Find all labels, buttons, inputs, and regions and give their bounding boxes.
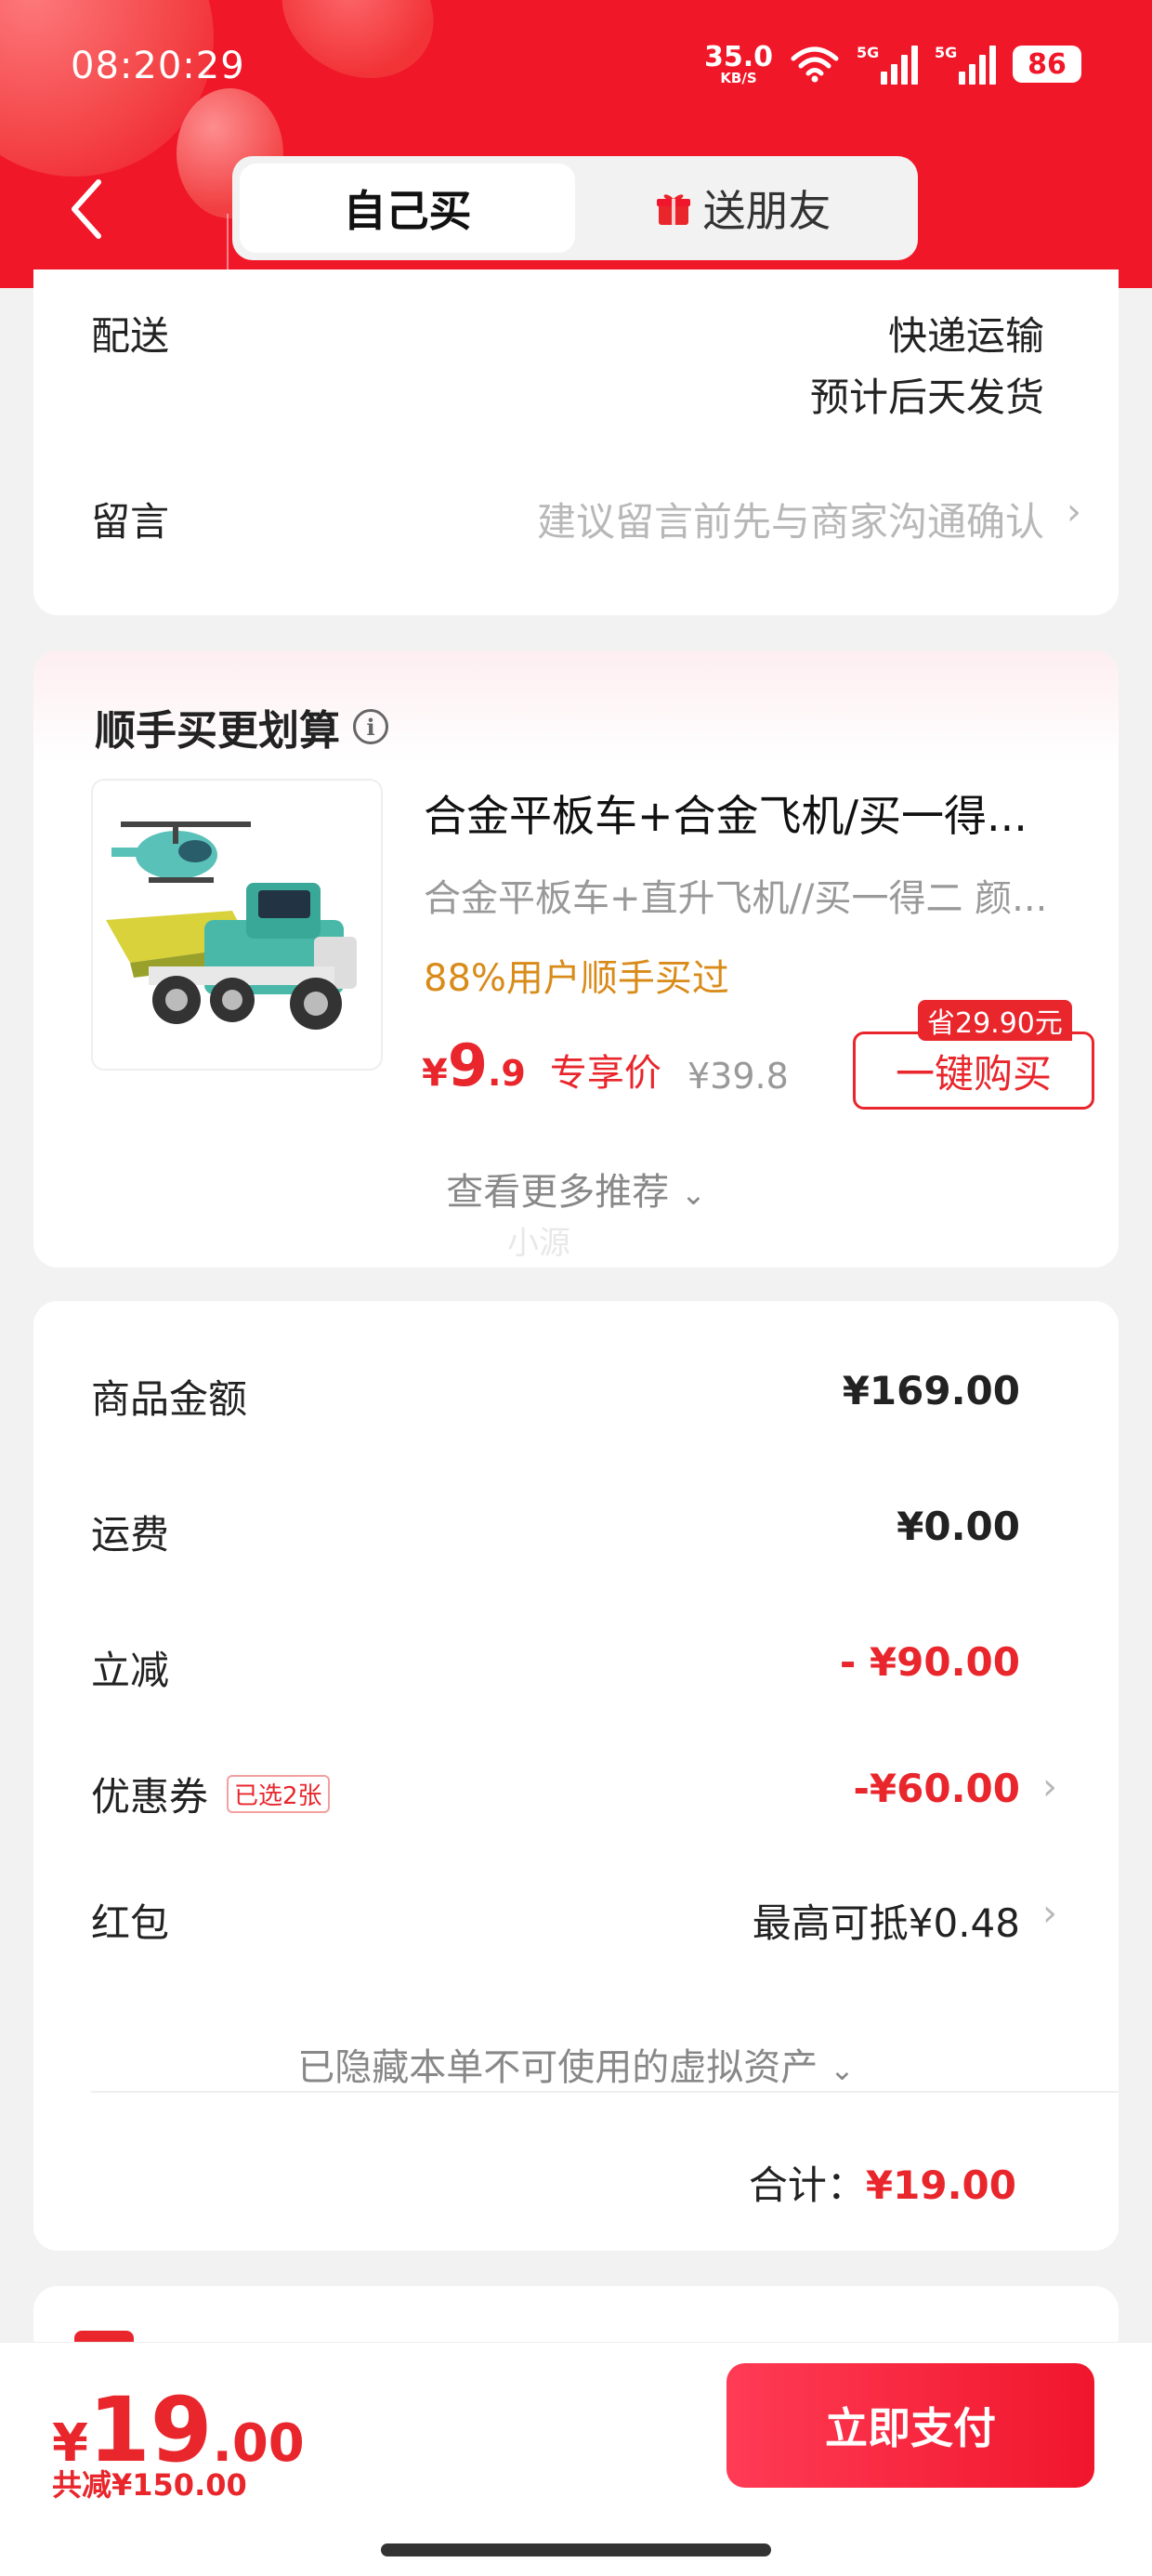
info-icon[interactable]: i bbox=[353, 709, 388, 744]
price-summary-card: 商品金额 ¥169.00 运费 ¥0.00 立减 - ¥90.00 优惠券 已选2… bbox=[33, 1301, 1119, 2251]
home-indicator[interactable] bbox=[381, 2543, 771, 2556]
one-click-buy-button[interactable]: 一键购买 bbox=[853, 1032, 1094, 1110]
subtotal-value: ¥169.00 bbox=[842, 1368, 1020, 1413]
chevron-down-icon: ⌄ bbox=[829, 2052, 855, 2087]
checkout-bar: ¥ 19 .00 共减¥150.00 立即支付 bbox=[0, 2342, 1152, 2576]
wifi-icon bbox=[791, 46, 839, 83]
social-proof: 88%用户顺手买过 bbox=[424, 957, 729, 1000]
delivery-label: 配送 bbox=[91, 313, 170, 359]
total-value: ¥19.00 bbox=[865, 2162, 1016, 2208]
divider bbox=[91, 2091, 1119, 2093]
shipping-value: ¥0.00 bbox=[897, 1504, 1020, 1549]
total-saved: 共减¥150.00 bbox=[52, 2467, 247, 2503]
tab-buy-for-self[interactable]: 自己买 bbox=[240, 164, 575, 253]
tab-label: 送朋友 bbox=[702, 186, 831, 236]
upsell-card: 顺手买更划算 i 合金平板车+合金飞机/买一得... 合金平板车+直升飞机//买… bbox=[33, 651, 1119, 1268]
delivery-method: 快递运输 bbox=[887, 313, 1044, 359]
net-speed-value: 35.0 bbox=[703, 40, 773, 73]
hidden-assets-toggle[interactable]: 已隐藏本单不可使用的虚拟资产 ⌄ bbox=[33, 2037, 1119, 2091]
coupon-row[interactable]: 优惠券 已选2张 -¥60.00 › bbox=[33, 1738, 1119, 1849]
signal-type: 5G bbox=[935, 44, 958, 61]
chevron-right-icon: › bbox=[1042, 1892, 1057, 1935]
chevron-down-icon: ⌄ bbox=[680, 1176, 706, 1212]
status-time: 08:20:29 bbox=[71, 45, 245, 87]
battery-icon: 86 bbox=[1013, 46, 1081, 83]
red-packet-row[interactable]: 红包 最高可抵¥0.48 › bbox=[33, 1864, 1119, 1976]
coupon-selected-tag: 已选2张 bbox=[227, 1775, 330, 1813]
purchase-mode-tabs: 自己买 送朋友 bbox=[232, 156, 918, 260]
message-placeholder: 建议留言前先与商家沟通确认 bbox=[536, 499, 1044, 545]
watermark: 小源 bbox=[507, 1225, 570, 1262]
original-price: ¥39.8 bbox=[687, 1056, 789, 1097]
price-currency: ¥ bbox=[422, 1052, 448, 1095]
total-label: 合计： bbox=[748, 2162, 866, 2208]
back-icon[interactable] bbox=[65, 177, 111, 242]
chevron-right-icon: › bbox=[1042, 1766, 1057, 1808]
hidden-assets-label: 已隐藏本单不可使用的虚拟资产 bbox=[297, 2046, 818, 2089]
delivery-eta: 预计后天发货 bbox=[809, 375, 1044, 420]
pay-now-button[interactable]: 立即支付 bbox=[727, 2363, 1094, 2488]
message-row[interactable]: 留言 建议留言前先与商家沟通确认 › bbox=[33, 474, 1119, 576]
header: 08:20:29 35.0 KB/S 5G 5G 86 自己买 送朋友 bbox=[0, 0, 1152, 288]
gift-icon bbox=[656, 194, 690, 225]
net-speed-unit: KB/S bbox=[720, 69, 757, 86]
signal-icon: 5G bbox=[935, 44, 996, 85]
order-options-card: 配送 快递运输 预计后天发货 留言 建议留言前先与商家沟通确认 › bbox=[33, 269, 1119, 615]
coupon-label: 优惠券 bbox=[91, 1774, 209, 1820]
upsell-price: ¥ 9 .9 专享价 bbox=[422, 1032, 661, 1099]
tab-label: 自己买 bbox=[343, 186, 472, 236]
balloon-decoration bbox=[256, 0, 459, 106]
chevron-right-icon: › bbox=[1067, 491, 1081, 533]
coupon-label-group: 优惠券 已选2张 bbox=[91, 1766, 330, 1822]
status-indicators: 35.0 KB/S 5G 5G 86 bbox=[704, 41, 1081, 87]
product-image[interactable] bbox=[91, 779, 383, 1071]
shipping-label: 运费 bbox=[91, 1512, 170, 1557]
subtotal-label: 商品金额 bbox=[91, 1376, 248, 1422]
product-spec: 合金平板车+直升飞机//买一得二 颜... bbox=[424, 877, 1048, 920]
balloon-string bbox=[227, 214, 229, 269]
signal-icon: 5G bbox=[857, 44, 918, 85]
coupon-value: -¥60.00 bbox=[853, 1766, 1020, 1811]
red-packet-label: 红包 bbox=[91, 1900, 170, 1946]
message-label: 留言 bbox=[91, 499, 170, 545]
upsell-title: 顺手买更划算 i bbox=[95, 697, 388, 756]
truck-helicopter-image bbox=[106, 821, 357, 1030]
red-packet-value: 最高可抵¥0.48 bbox=[752, 1900, 1020, 1946]
price-tag: 专享价 bbox=[549, 1052, 661, 1095]
more-recommendations-label: 查看更多推荐 bbox=[446, 1171, 670, 1214]
more-recommendations-button[interactable]: 查看更多推荐 ⌄ bbox=[33, 1162, 1119, 1216]
product-name[interactable]: 合金平板车+合金飞机/买一得... bbox=[424, 782, 1093, 844]
upsell-title-text: 顺手买更划算 bbox=[95, 707, 340, 755]
order-total: 合计：¥19.00 bbox=[749, 2154, 1016, 2211]
price-decimal: .9 bbox=[487, 1053, 526, 1094]
signal-type: 5G bbox=[857, 44, 880, 61]
tab-send-to-friend[interactable]: 送朋友 bbox=[575, 164, 910, 253]
discount-label: 立减 bbox=[91, 1648, 170, 1693]
price-integer: 9 bbox=[447, 1032, 488, 1099]
discount-value: - ¥90.00 bbox=[839, 1639, 1020, 1685]
net-speed: 35.0 KB/S bbox=[703, 40, 773, 86]
save-badge: 省29.90元 bbox=[918, 1000, 1072, 1041]
